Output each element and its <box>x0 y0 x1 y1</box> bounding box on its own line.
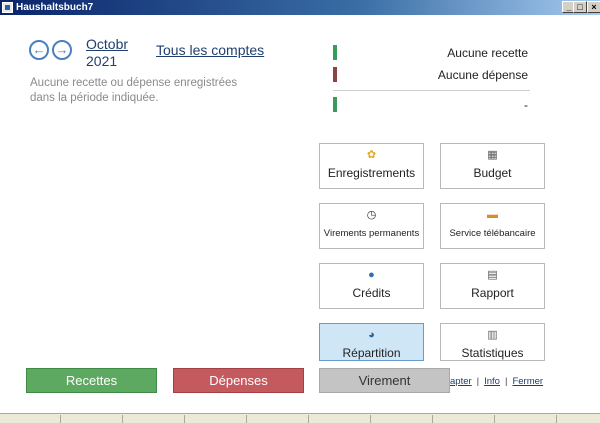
tile-label: Répartition <box>342 346 401 360</box>
status-segment <box>370 415 371 423</box>
add-expense-button[interactable]: Dépenses <box>173 368 304 393</box>
tile-label: Enregistrements <box>327 166 416 180</box>
close-button[interactable]: × <box>587 1 600 13</box>
close-link[interactable]: Fermer <box>512 376 543 387</box>
expense-color-bar <box>333 67 337 82</box>
status-segment <box>60 415 61 423</box>
income-color-bar <box>333 45 337 60</box>
expense-summary: Aucune dépense <box>333 66 530 84</box>
summary-divider <box>333 90 530 91</box>
info-link[interactable]: Info <box>484 376 500 387</box>
arrow-right-icon: → <box>55 42 69 57</box>
adapt-link[interactable]: apter <box>450 376 472 387</box>
footer-links: apter | Info | Fermer <box>450 376 543 387</box>
previous-period-button[interactable]: ← <box>29 40 49 60</box>
add-income-button[interactable]: Recettes <box>26 368 157 393</box>
arrow-left-icon: ← <box>32 42 46 57</box>
tile-label: Rapport <box>471 286 514 300</box>
period-month[interactable]: Octobr <box>86 36 128 53</box>
tile-credits[interactable]: ● Crédits <box>319 263 424 309</box>
maximize-button[interactable]: □ <box>573 1 587 13</box>
period-year: 2021 <box>86 53 118 69</box>
add-transfer-button[interactable]: Virement <box>319 368 450 393</box>
tile-budget[interactable]: ▦ Budget <box>440 143 545 189</box>
status-segment <box>308 415 309 423</box>
tile-enregistrements[interactable]: ✿ Enregistrements <box>319 143 424 189</box>
tile-label: Statistiques <box>461 346 524 360</box>
status-segment <box>556 415 557 423</box>
tile-rapport[interactable]: ▤ Rapport <box>440 263 545 309</box>
balance-summary-text: - <box>524 98 528 112</box>
calculator-icon: ▦ <box>487 149 498 161</box>
clock-icon: ◷ <box>366 209 377 221</box>
status-segment <box>494 415 495 423</box>
footer-separator: | <box>504 376 508 387</box>
expense-summary-text: Aucune dépense <box>437 68 528 82</box>
all-accounts-link[interactable]: Tous les comptes <box>156 42 264 58</box>
tile-label: Service télébancaire <box>449 228 536 239</box>
coins-icon: ✿ <box>366 149 377 161</box>
pie-chart-icon: ◕ <box>368 329 375 341</box>
balance-color-bar <box>333 97 337 112</box>
status-bar <box>0 413 600 423</box>
tile-virements-permanents[interactable]: ◷ Virements permanents <box>319 203 424 249</box>
status-segment <box>246 415 247 423</box>
bar-chart-icon: ▥ <box>487 329 498 341</box>
person-icon: ● <box>368 269 375 281</box>
window-title: Haushaltsbuch7 <box>16 2 94 13</box>
tile-label: Budget <box>473 166 512 180</box>
next-period-button[interactable]: → <box>52 40 72 60</box>
status-segment <box>184 415 185 423</box>
tile-statistiques[interactable]: ▥ Statistiques <box>440 323 545 361</box>
tile-repartition[interactable]: ◕ Répartition <box>319 323 424 361</box>
status-segment <box>432 415 433 423</box>
tile-service-telebancaire[interactable]: ▬ Service télébancaire <box>440 203 545 249</box>
income-summary-text: Aucune recette <box>447 46 528 60</box>
empty-period-message: Aucune recette ou dépense enregistrées d… <box>30 77 238 104</box>
tile-label: Crédits <box>352 286 391 300</box>
income-summary: Aucune recette <box>333 44 530 62</box>
title-bar: Haushaltsbuch7 _ □ × <box>0 0 600 15</box>
report-icon: ▤ <box>487 269 498 281</box>
period-selector[interactable]: Octobr 2021 <box>86 36 128 70</box>
bank-card-icon: ▬ <box>487 209 498 221</box>
footer-separator: | <box>476 376 480 387</box>
app-icon <box>2 2 13 13</box>
tile-label: Virements permanents <box>323 228 420 239</box>
balance-summary: - <box>333 96 530 114</box>
status-segment <box>122 415 123 423</box>
